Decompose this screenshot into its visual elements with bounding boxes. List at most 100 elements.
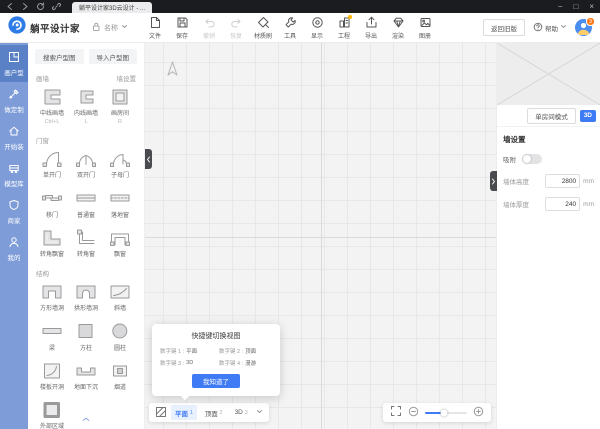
refresh-icon[interactable] <box>36 2 45 11</box>
sidebar-item-library[interactable]: 模型库 <box>0 156 28 193</box>
sidebar-item-user[interactable]: 我的 <box>0 230 28 267</box>
view-tab-3d[interactable]: 3D3 <box>231 407 252 419</box>
wall-settings-link[interactable]: 墙设置 <box>117 73 137 83</box>
section-title: 门窗 <box>36 135 49 145</box>
catalog-item-wall-mid[interactable]: 中线画墙Ctrl+L <box>35 87 69 126</box>
section-header: 门窗 <box>36 135 136 145</box>
view-3d-button[interactable]: 3D <box>580 110 596 122</box>
catalog-item-slant-wall[interactable]: 斜墙 <box>103 282 137 313</box>
export-button[interactable]: 导出 <box>358 15 384 40</box>
brush-icon <box>257 16 270 31</box>
floorplan-canvas[interactable]: 快捷键切换视图 数字键 1 :平面数字键 2 :顶面数字键 3 :3D数字键 4… <box>145 43 496 429</box>
catalog-item-door-double[interactable]: 双开门 <box>69 149 103 180</box>
catalog-item-door-single[interactable]: 单开门 <box>35 149 69 180</box>
forward-icon[interactable] <box>21 2 29 11</box>
field-unit: mm <box>583 201 594 208</box>
catalog-item-column-square[interactable]: 方柱 <box>69 321 103 352</box>
shortcut-key: 数字键 4 : <box>219 359 243 367</box>
catalog-item-column-round[interactable]: 圆柱 <box>103 321 137 352</box>
caret-down-icon <box>560 24 567 31</box>
link-icon[interactable] <box>52 2 61 11</box>
zoom-in-icon[interactable] <box>473 404 484 422</box>
fit-screen-icon[interactable] <box>390 404 402 422</box>
catalog-item-corner-window[interactable]: 转角窗 <box>69 228 103 259</box>
sidebar-item-floorplan[interactable]: 画户型 <box>0 45 28 82</box>
collapse-left-panel-handle[interactable] <box>145 149 152 169</box>
user-icon <box>8 236 20 250</box>
snap-toggle[interactable] <box>522 154 542 164</box>
got-it-button[interactable]: 我知道了 <box>192 374 240 388</box>
project-button[interactable]: 工程 <box>331 15 357 40</box>
section-header: 结构 <box>36 268 136 278</box>
shortcut-row: 数字键 1 :平面 <box>160 347 213 355</box>
sidebar-item-label: 商家 <box>8 215 21 225</box>
shop-icon <box>8 199 20 213</box>
chevron-up-icon[interactable] <box>82 409 91 427</box>
zoom-slider-knob[interactable] <box>440 409 447 416</box>
catalog-item-hole-rect[interactable]: 方形墙洞 <box>35 282 69 313</box>
catalog-item-outdoor-area[interactable]: 外部区域 <box>35 400 69 429</box>
catalog-item-bay-window[interactable]: 飘窗 <box>103 228 137 259</box>
display-button[interactable]: 显示 <box>304 15 330 40</box>
help-menu[interactable]: 帮助 <box>533 22 567 34</box>
document-name[interactable]: 名称 <box>91 21 128 34</box>
search-floorplan-button[interactable]: 搜索户型图 <box>35 49 84 64</box>
notification-dot <box>348 15 352 19</box>
catalog-item-slab-hole[interactable]: 楼板开洞 <box>35 361 69 392</box>
maximize-button[interactable]: □ <box>573 0 578 13</box>
catalog-item-beam[interactable]: 梁 <box>35 321 69 352</box>
caret-down-icon[interactable] <box>256 409 263 416</box>
catalog-item-label: 子母门 <box>111 173 129 180</box>
sidebar-item-house[interactable]: 开始装 <box>0 119 28 156</box>
back-to-old-version-button[interactable]: 返回旧版 <box>483 19 525 36</box>
view-tab-顶面[interactable]: 顶面2 <box>201 405 227 420</box>
hole-arch-icon <box>73 282 99 305</box>
zoom-out-icon[interactable] <box>408 404 419 422</box>
shortcut-row: 数字键 4 :漫游 <box>219 359 272 367</box>
view-switcher: 平面1 顶面2 3D3 <box>149 403 269 422</box>
user-avatar[interactable]: 3 <box>575 19 592 36</box>
shortcut-row: 数字键 3 :3D <box>160 359 213 367</box>
bay-window-icon <box>107 228 133 251</box>
app-logo-icon[interactable] <box>8 16 26 39</box>
zoom-slider[interactable] <box>425 412 467 414</box>
album-button[interactable]: 图册 <box>412 15 438 40</box>
view-mode-icon[interactable] <box>155 406 167 420</box>
field-input-wall-height[interactable]: 2800 <box>545 174 580 188</box>
sidebar-item-customize[interactable]: 做定制 <box>0 82 28 119</box>
catalog-item-door-unequal[interactable]: 子母门 <box>103 149 137 180</box>
window-floor-icon <box>107 188 133 211</box>
catalog-item-wall-inner[interactable]: 内线画墙L <box>69 87 103 126</box>
minimize-button[interactable]: − <box>558 0 563 13</box>
sidebar-item-shop[interactable]: 商家 <box>0 193 28 230</box>
brush-button[interactable]: 材质刷 <box>250 15 276 40</box>
view-tab-平面[interactable]: 平面1 <box>171 405 197 420</box>
shortcut-view: 漫游 <box>245 359 256 367</box>
render-button[interactable]: 渲染 <box>385 15 411 40</box>
wall-field: 墙体厚度240mm <box>503 197 594 211</box>
browser-tab[interactable]: 躺平设计家3D云设计 - ... <box>72 2 152 13</box>
catalog-item-bay-corner[interactable]: 转角飘窗 <box>35 228 69 259</box>
catalog-item-window-floor[interactable]: 落地窗 <box>103 188 137 219</box>
catalog-item-room[interactable]: 画房间R <box>103 87 137 126</box>
catalog-item-flue[interactable]: 烟道 <box>103 361 137 392</box>
collapse-right-panel-handle[interactable] <box>490 171 497 191</box>
titlebar: 躺平设计家3D云设计 - ... − □ × <box>0 0 600 13</box>
outdoor-area-icon <box>39 400 65 423</box>
back-icon[interactable] <box>6 2 14 11</box>
catalog-item-door-sliding[interactable]: 移门 <box>35 188 69 219</box>
field-input-wall-thickness[interactable]: 240 <box>545 197 580 211</box>
catalog-grid: 方形墙洞拱形墙洞斜墙梁方柱圆柱楼板开洞地面下沉烟道外部区域 <box>35 282 137 429</box>
save-icon <box>176 16 189 31</box>
tools-icon <box>284 16 297 31</box>
tools-button[interactable]: 工具 <box>277 15 303 40</box>
catalog-item-floor-sunken[interactable]: 地面下沉 <box>69 361 103 392</box>
single-room-mode-button[interactable]: 单房间模式 <box>527 108 576 124</box>
import-floorplan-button[interactable]: 导入户型图 <box>89 49 138 64</box>
save-button[interactable]: 保存 <box>169 15 195 40</box>
file-button[interactable]: 文件 <box>142 15 168 40</box>
catalog-item-window[interactable]: 普通窗 <box>69 188 103 219</box>
close-button[interactable]: × <box>589 0 594 13</box>
catalog-item-hole-arch[interactable]: 拱形墙洞 <box>69 282 103 313</box>
caret-down-icon <box>121 24 128 31</box>
